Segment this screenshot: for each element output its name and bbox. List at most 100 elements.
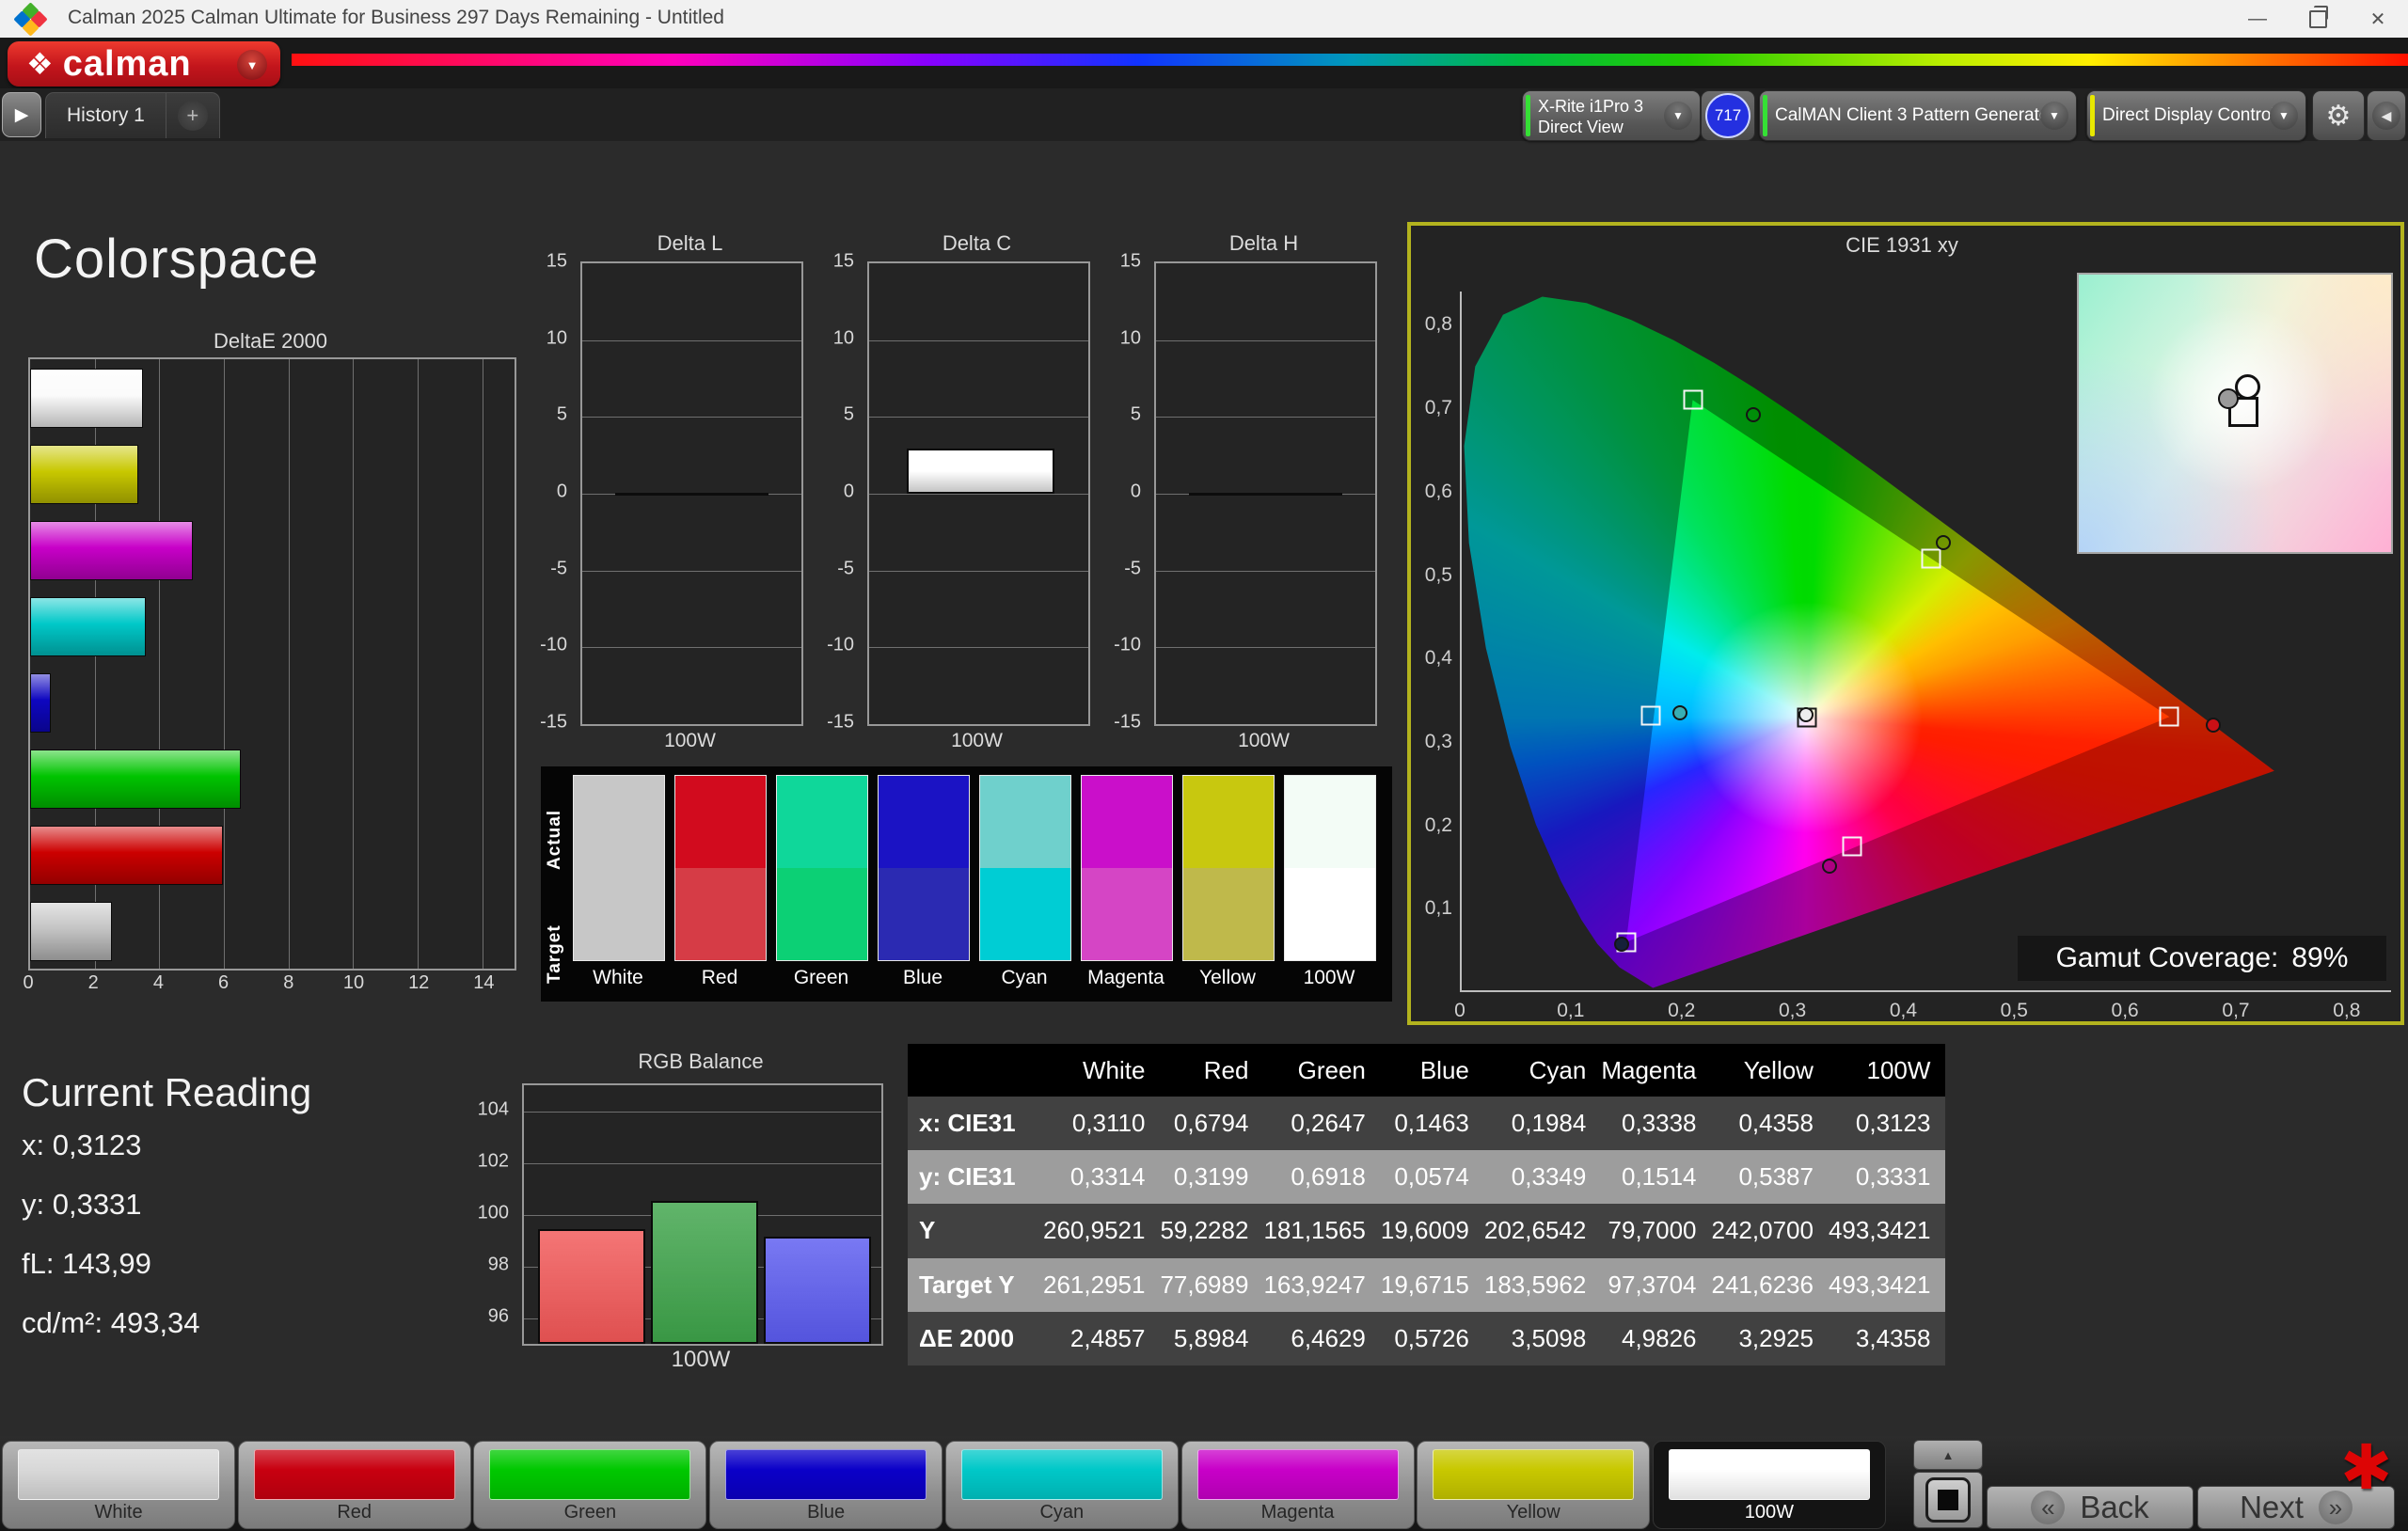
rgb-balance-chart (522, 1083, 883, 1346)
pattern-generator-dropdown[interactable]: CalMAN Client 3 Pattern Generator ▼ (1759, 90, 2077, 141)
axis-tick-label: 15 (832, 250, 854, 272)
tab-history-1[interactable]: History 1 (46, 93, 166, 138)
minimize-button[interactable]: — (2227, 0, 2288, 38)
pattern-button-yellow[interactable]: Yellow (1417, 1441, 1651, 1529)
calman-menu-chevron[interactable]: ▼ (237, 50, 267, 80)
swatch-column-green: Green (776, 775, 868, 988)
axis-tick-label: 10 (832, 327, 854, 349)
measured-marker-red (2205, 718, 2221, 734)
target-marker-red (2159, 706, 2179, 727)
collapse-panel-button[interactable]: ◀ (2367, 90, 2406, 141)
pattern-generator-label: CalMAN Client 3 Pattern Generator (1775, 105, 2055, 125)
table-cell: 183,5962 (1483, 1257, 1602, 1312)
delta-zero-bar (614, 493, 769, 496)
pattern-label: White (94, 1502, 143, 1523)
calman-app: Calman 2025 Calman Ultimate for Business… (0, 0, 2408, 1531)
pattern-button-100w[interactable]: 100W (1652, 1441, 1886, 1529)
back-button[interactable]: « Back (1987, 1486, 2194, 1529)
table-cell: 0,5726 (1380, 1311, 1484, 1365)
pattern-button-white[interactable]: White (2, 1441, 235, 1529)
deltae-bar-blue (30, 673, 51, 733)
axis-tick-label: 102 (477, 1150, 509, 1171)
target-swatch (777, 868, 867, 960)
axis-tick-label: 0,6 (2111, 1000, 2139, 1021)
pattern-button-cyan[interactable]: Cyan (944, 1441, 1179, 1529)
table-cell: 202,6542 (1483, 1204, 1602, 1258)
delta-y-axis: 15 10 5 0 -5 -10 -15 (1094, 251, 1147, 733)
table-row-label: x: CIE31 (908, 1097, 1043, 1151)
actual-swatch (1183, 776, 1274, 868)
axis-tick-label: 0 (556, 481, 567, 502)
pattern-generator-status-bar (1763, 95, 1767, 136)
axis-tick-label: 12 (408, 972, 430, 993)
pattern-button-green[interactable]: Green (473, 1441, 707, 1529)
pattern-window-up-button[interactable]: ▲ (1913, 1440, 1983, 1470)
axis-tick-label: 0,5 (1424, 563, 1452, 586)
delta-chart-title: Delta C (942, 231, 1012, 255)
pattern-swatch (960, 1449, 1163, 1500)
calman-menu-button[interactable]: ❖ calman ▼ (8, 41, 280, 87)
display-control-chevron[interactable]: ▼ (2270, 102, 2298, 130)
axis-tick-label: 0,6 (1424, 480, 1452, 502)
gridline (869, 339, 1088, 341)
workflow-arrow-button[interactable]: ▶ (2, 92, 41, 137)
meter-dropdown[interactable]: X-Rite i1Pro 3 Direct View ▼ (1522, 90, 1701, 141)
axis-tick-label: 0,2 (1424, 813, 1452, 836)
axis-tick-label: 4 (152, 972, 164, 993)
title-bar: Calman 2025 Calman Ultimate for Business… (0, 0, 2408, 38)
table-header-yellow: Yellow (1711, 1044, 1829, 1097)
table-cell: 493,3421 (1828, 1257, 1946, 1312)
current-reading-x: x: 0,3123 (22, 1129, 142, 1161)
display-control-label: Direct Display Control (2102, 105, 2275, 125)
pattern-window-button[interactable] (1913, 1472, 1983, 1528)
next-label: Next (2240, 1490, 2304, 1524)
swatch-label: Cyan (1001, 967, 1048, 988)
measured-marker-blue (1614, 937, 1630, 953)
measured-marker-cyan (1671, 704, 1687, 720)
axis-tick-label: 8 (283, 972, 294, 993)
cie-x-axis: 0 0,1 0,2 0,3 0,4 0,5 0,6 0,7 0,8 (1454, 1000, 2391, 1026)
swatch-pair (1182, 775, 1275, 961)
delta-chart-title: Delta H (1228, 231, 1299, 255)
add-tab-button[interactable]: + (165, 93, 219, 138)
pattern-generator-chevron[interactable]: ▼ (2040, 102, 2068, 130)
gridline (418, 359, 419, 969)
pattern-button-blue[interactable]: Blue (709, 1441, 943, 1529)
gridline (869, 417, 1088, 418)
pattern-button-magenta[interactable]: Magenta (1180, 1441, 1415, 1529)
table-cell: 3,4358 (1828, 1311, 1946, 1365)
axis-tick-label: 0,4 (1889, 1000, 1918, 1021)
deltae-bar-green (30, 750, 241, 809)
axis-tick-label: 10 (1119, 327, 1141, 349)
table-header-white: White (1043, 1044, 1161, 1097)
inset-reference-circle (2217, 387, 2239, 409)
table-cell: 0,6794 (1160, 1097, 1264, 1151)
restore-button[interactable] (2288, 0, 2348, 38)
actual-swatch (675, 776, 766, 868)
meter-chevron[interactable]: ▼ (1664, 102, 1692, 130)
axis-tick-label: -5 (550, 558, 567, 579)
table-cell: 97,3704 (1601, 1257, 1712, 1312)
pattern-button-red[interactable]: Red (237, 1441, 471, 1529)
table-cell: 3,2925 (1711, 1311, 1829, 1365)
axis-tick-label: 5 (1130, 403, 1141, 425)
table-header-magenta: Magenta (1601, 1044, 1712, 1097)
axis-tick-label: 14 (473, 972, 495, 993)
chevron-left-icon: ◀ (2372, 102, 2400, 130)
gamut-coverage-value: 89% (2291, 942, 2349, 973)
minimize-icon: — (2248, 8, 2267, 29)
axis-tick-label: -15 (1114, 711, 1141, 733)
pattern-swatch (725, 1449, 927, 1500)
deltae-bar-white (30, 902, 113, 961)
pattern-swatch (18, 1449, 219, 1500)
gridline (1156, 647, 1375, 649)
up-arrow-icon: ▲ (1941, 1447, 1955, 1462)
close-button[interactable]: ✕ (2348, 0, 2408, 38)
gridline (288, 359, 290, 969)
settings-button[interactable]: ⚙ (2312, 90, 2365, 141)
swatch-label: Magenta (1087, 967, 1164, 988)
meter-mode: Direct View (1538, 118, 1624, 136)
table-cell: 59,2282 (1160, 1204, 1264, 1258)
gridline (582, 570, 801, 572)
display-control-dropdown[interactable]: Direct Display Control ▼ (2086, 90, 2306, 141)
